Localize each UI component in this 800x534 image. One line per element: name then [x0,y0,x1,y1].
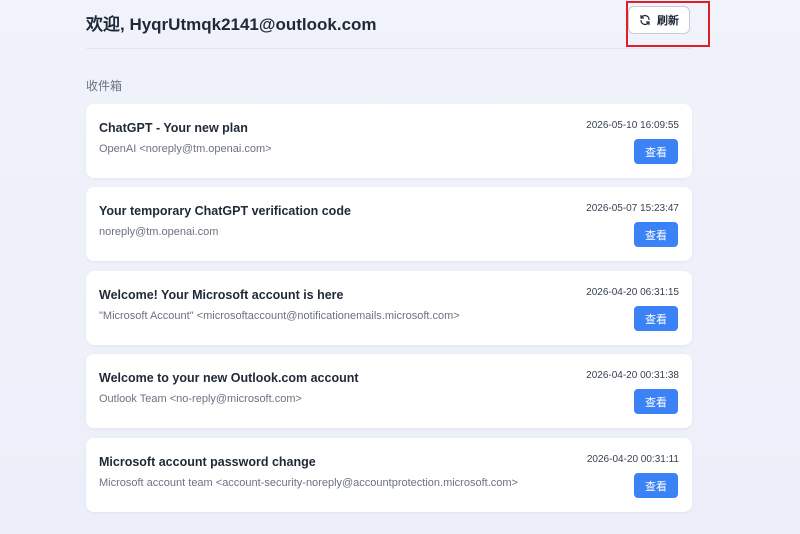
mail-time: 2026-04-20 00:31:38 [586,370,679,381]
mail-sender: "Microsoft Account" <microsoftaccount@no… [99,310,460,322]
mail-sender: Microsoft account team <account-security… [99,477,518,489]
list-item: Microsoft account password change Micros… [86,438,692,512]
view-button[interactable]: 查看 [634,306,678,331]
list-item: ChatGPT - Your new plan OpenAI <noreply@… [86,104,692,178]
mail-subject: Welcome! Your Microsoft account is here [99,288,344,302]
page-header: 欢迎, HyqrUtmqk2141@outlook.com 刷新 [86,0,692,49]
mail-time: 2026-04-20 06:31:15 [586,287,679,298]
mail-subject: Microsoft account password change [99,455,316,469]
inbox-label: 收件箱 [86,79,123,93]
mail-subject: Your temporary ChatGPT verification code [99,204,351,218]
page-title: 欢迎, HyqrUtmqk2141@outlook.com [86,15,377,34]
view-button[interactable]: 查看 [634,222,678,247]
view-button[interactable]: 查看 [634,139,678,164]
mail-sender: noreply@tm.openai.com [99,226,219,238]
mail-time: 2026-05-07 15:23:47 [586,203,679,214]
mail-sender: Outlook Team <no-reply@microsoft.com> [99,393,302,405]
view-button[interactable]: 查看 [634,473,678,498]
list-item: Welcome! Your Microsoft account is here … [86,271,692,345]
mail-page: 欢迎, HyqrUtmqk2141@outlook.com 刷新 收件箱 Cha… [0,0,800,534]
list-item: Your temporary ChatGPT verification code… [86,187,692,261]
mail-time: 2026-04-20 00:31:11 [586,454,679,465]
view-button[interactable]: 查看 [634,389,678,414]
highlight-box [626,1,710,47]
mail-subject: ChatGPT - Your new plan [99,121,248,135]
mail-sender: OpenAI <noreply@tm.openai.com> [99,143,272,155]
mail-time: 2026-05-10 16:09:55 [586,120,679,131]
list-item: Welcome to your new Outlook.com account … [86,354,692,428]
mail-subject: Welcome to your new Outlook.com account [99,371,359,385]
